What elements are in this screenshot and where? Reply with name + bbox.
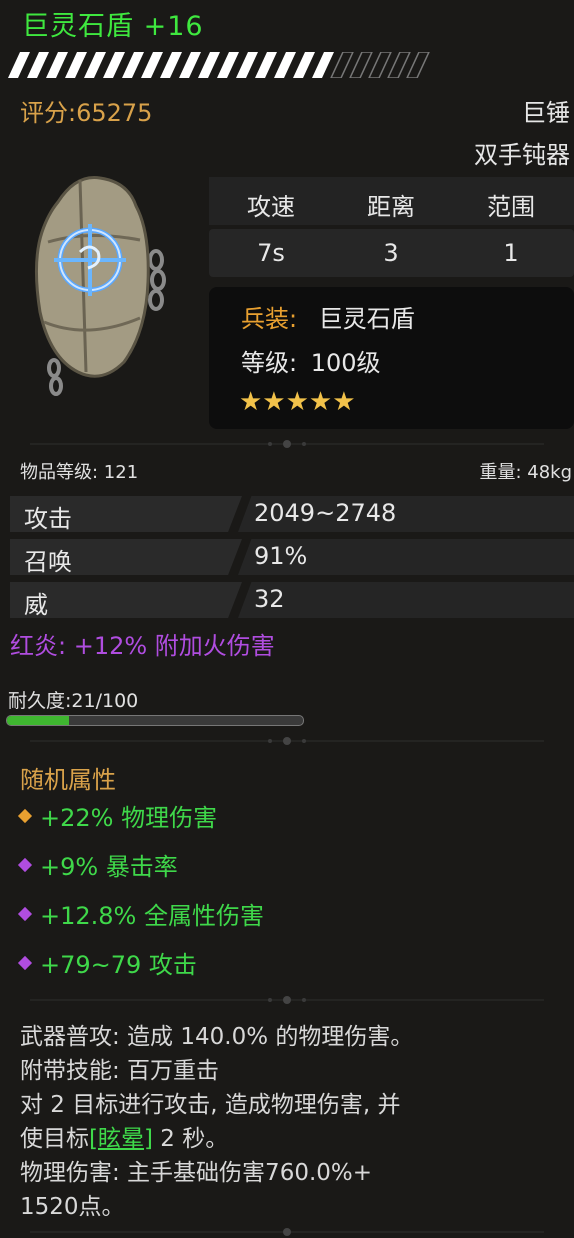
header-attack-speed: 攻速 [247,193,295,221]
gem-icon [17,808,33,824]
attr-row-summon: 召唤 91% [10,539,574,576]
description-line: 物理伤害: 主手基础伤害760.0%+ [20,1160,373,1186]
attr-label: 攻击 [24,505,72,533]
section-divider [30,440,544,448]
section-divider [30,996,544,1004]
title-underline-stripes [8,52,430,78]
random-attr-row: +12.8% 全属性伤害 [17,896,264,931]
attr-row-attack: 攻击 2049~2748 [10,496,574,533]
stun-link[interactable]: [眩晕] [89,1126,153,1152]
item-weight: 重量: 48kg [479,462,572,483]
attr-value: 32 [254,585,285,613]
durability-fill [7,716,70,725]
section-divider [30,737,544,745]
random-attr-text: +12.8% 全属性伤害 [40,902,264,930]
random-attr-text: +79~79 攻击 [40,951,197,979]
description-line: 1520点。 [20,1194,125,1220]
stats-table-values: 7s 3 1 [209,229,574,277]
random-attr-row: +79~79 攻击 [17,945,197,980]
durability-bar [6,715,304,726]
random-attr-text: +22% 物理伤害 [40,804,218,832]
stone-shield-icon [34,176,166,396]
weapon-subtype: 双手钝器 [474,141,570,169]
weapon-type: 巨锤 [522,99,570,127]
attr-value: 91% [254,542,308,570]
random-attr-row: +22% 物理伤害 [17,798,218,833]
item-info-box: 兵装: 巨灵石盾 等级: 100级 ★★★★★ [209,287,574,429]
level-value: 100级 [310,349,381,377]
attr-label: 召唤 [24,548,72,576]
level-row: 等级: 100级 [241,343,381,378]
gem-icon [17,906,33,922]
section-divider [30,1228,544,1236]
gem-icon [17,955,33,971]
header-distance: 距离 [367,193,415,221]
stats-table-header: 攻速 距离 范围 [209,177,574,225]
value-distance: 3 [383,239,399,267]
value-attack-speed: 7s [257,239,285,267]
description-line: 使目标[眩晕] 2 秒。 [20,1126,229,1152]
header-range: 范围 [487,193,535,221]
item-score: 评分:65275 [20,99,153,127]
attr-label: 威 [24,591,48,619]
description-line: 武器普攻: 造成 140.0% 的物理伤害。 [20,1024,414,1050]
random-attr-text: +9% 暴击率 [40,853,178,881]
item-name: 巨灵石盾 +16 [22,11,204,42]
durability-label: 耐久度:21/100 [8,690,139,712]
special-effect: 红炎: +12% 附加火伤害 [10,632,275,660]
item-level: 物品等级: 121 [20,462,139,483]
category-label: 兵装: [241,305,298,333]
category-value: 巨灵石盾 [318,305,415,333]
stats-table: 攻速 距离 范围 7s 3 1 [209,177,574,279]
random-attr-row: +9% 暴击率 [17,847,178,882]
level-label: 等级: [241,349,298,377]
category-row: 兵装: 巨灵石盾 [241,299,415,334]
star-rating: ★★★★★ [239,387,356,417]
description-line: 附带技能: 百万重击 [20,1058,220,1084]
attr-value: 2049~2748 [254,499,397,527]
skill-description: 武器普攻: 造成 140.0% 的物理伤害。 附带技能: 百万重击 对 2 目标… [20,1020,570,1224]
random-attributes-title: 随机属性 [20,766,116,794]
value-range: 1 [503,239,519,267]
attr-row-power: 威 32 [10,582,574,619]
description-line: 对 2 目标进行攻击, 造成物理伤害, 并 [20,1092,401,1118]
gem-icon [17,857,33,873]
